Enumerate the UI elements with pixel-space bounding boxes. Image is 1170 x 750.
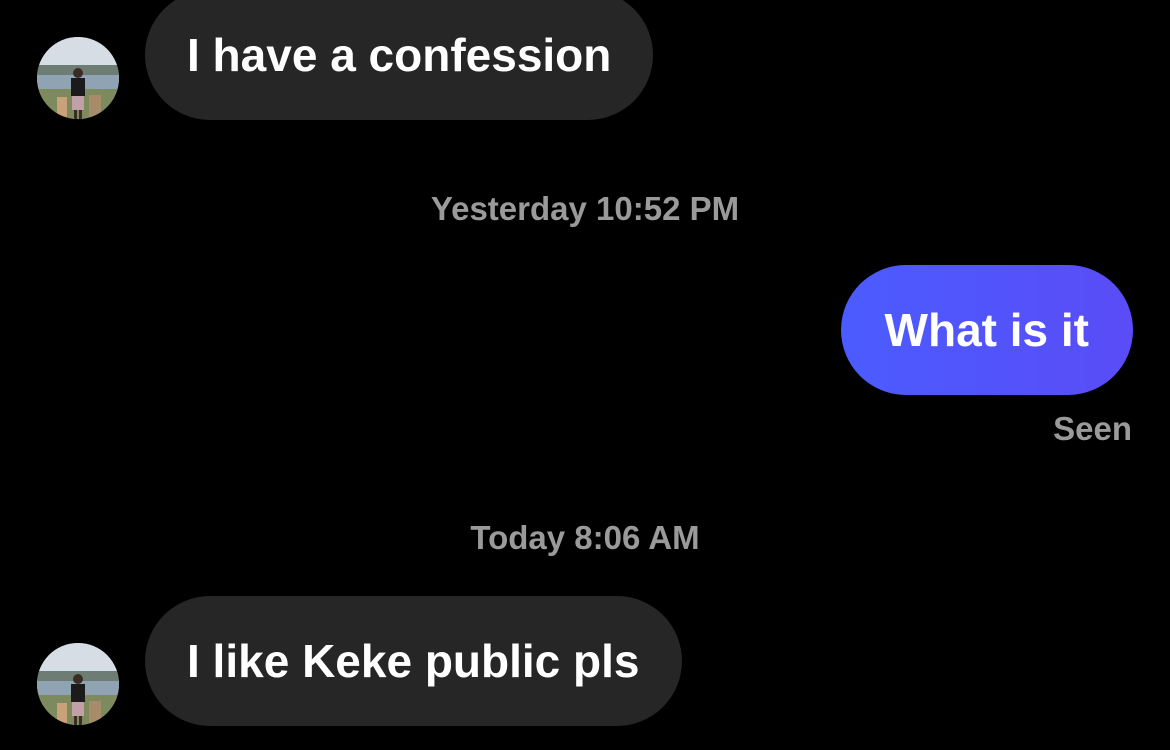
timestamp-divider: Yesterday 10:52 PM (430, 190, 740, 227)
message-text: I like Keke public pls (187, 635, 640, 687)
outgoing-message-bubble[interactable]: What is it (840, 265, 1133, 395)
incoming-message-bubble[interactable]: I like Keke public pls (145, 596, 682, 726)
avatar-photo-icon (37, 643, 119, 725)
message-text: I have a confession (187, 29, 612, 81)
incoming-message-bubble[interactable]: I have a confession (145, 0, 654, 120)
timestamp-divider: Today 8:06 AM (470, 519, 700, 556)
contact-avatar[interactable] (37, 37, 119, 119)
chat-thread: I have a confession Yesterday 10:52 PM W… (0, 0, 1170, 750)
avatar-photo-icon (37, 37, 119, 119)
read-receipt: Seen (1053, 410, 1132, 447)
message-text: What is it (884, 304, 1089, 356)
contact-avatar[interactable] (37, 643, 119, 725)
